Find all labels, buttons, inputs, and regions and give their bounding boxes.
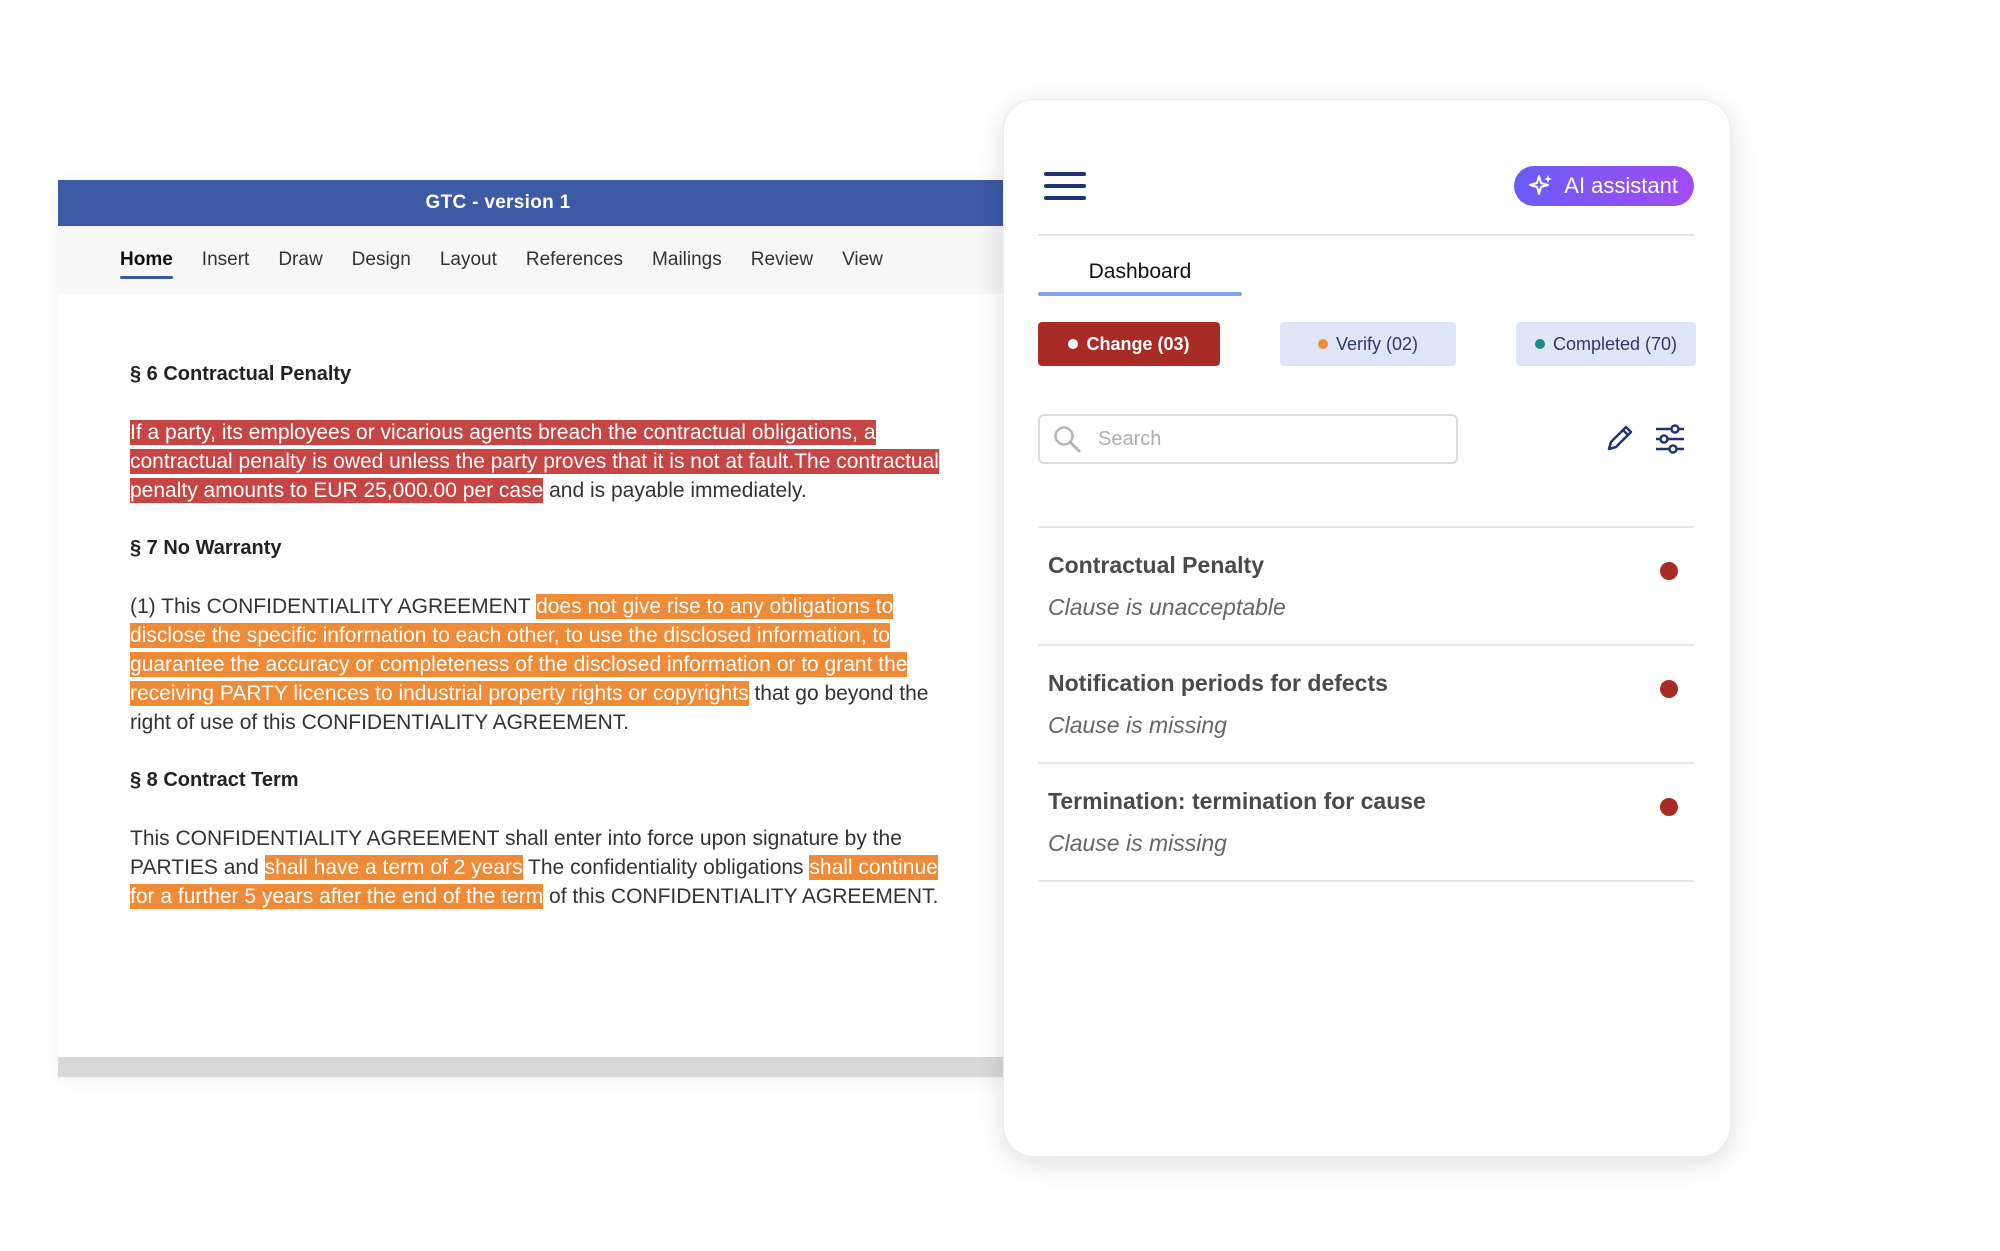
section-paragraph: (1) This CONFIDENTIALITY AGREEMENT does … bbox=[130, 592, 950, 737]
ribbon-tab-insert[interactable]: Insert bbox=[202, 243, 250, 277]
status-dot bbox=[1660, 680, 1678, 698]
status-dot bbox=[1534, 339, 1545, 349]
filter-verify-button[interactable]: Verify (02) bbox=[1280, 322, 1456, 366]
document-window: GTC - version 1 Home Insert Draw Design … bbox=[58, 180, 1058, 1077]
clause-title: Notification periods for defects bbox=[1048, 670, 1388, 696]
ribbon-tab-draw[interactable]: Draw bbox=[278, 243, 322, 277]
section-title: § 6 Contractual Penalty bbox=[130, 363, 352, 385]
ribbon-tab-review[interactable]: Review bbox=[751, 243, 813, 277]
highlight-critical[interactable]: If a party, its employees or vicarious a… bbox=[130, 420, 939, 503]
ribbon-tab-references[interactable]: References bbox=[526, 243, 623, 277]
filter-completed-button[interactable]: Completed (70) bbox=[1516, 322, 1696, 366]
clause-status: Clause is missing bbox=[1048, 712, 1227, 738]
search-input[interactable] bbox=[1096, 426, 1430, 452]
section-paragraph: If a party, its employees or vicarious a… bbox=[130, 418, 950, 505]
clause-status: Clause is unacceptable bbox=[1048, 594, 1286, 620]
ribbon-tabs: Home Insert Draw Design Layout Reference… bbox=[58, 226, 1058, 294]
status-dot bbox=[1660, 798, 1678, 816]
header-divider bbox=[1038, 234, 1694, 236]
filter-completed-label: Completed (70) bbox=[1552, 333, 1678, 354]
ribbon-tab-layout[interactable]: Layout bbox=[440, 243, 497, 277]
search-box bbox=[1038, 414, 1458, 464]
ribbon-tab-design[interactable]: Design bbox=[352, 243, 411, 277]
dashboard-panel: AI assistant Dashboard Change (03) Verif… bbox=[1004, 100, 1730, 1156]
clause-list: Contractual Penalty Clause is unacceptab… bbox=[1038, 526, 1694, 882]
document-body[interactable]: § 6 Contractual Penalty If a party, its … bbox=[58, 294, 950, 911]
ai-assistant-label: AI assistant bbox=[1564, 173, 1678, 198]
paragraph-text: The confidentiality obligations bbox=[522, 856, 810, 879]
status-dot bbox=[1660, 562, 1678, 580]
hamburger-menu-icon[interactable] bbox=[1044, 172, 1086, 200]
section-paragraph: This CONFIDENTIALITY AGREEMENT shall ent… bbox=[130, 824, 950, 911]
sparkle-icon bbox=[1529, 175, 1553, 195]
sliders-icon[interactable] bbox=[1654, 424, 1686, 454]
horizontal-scrollbar[interactable] bbox=[58, 1057, 1058, 1077]
status-filters: Change (03) Verify (02) Completed (70) bbox=[1038, 322, 1696, 366]
highlight-warning[interactable]: shall have a term of 2 years bbox=[264, 855, 523, 880]
status-dot bbox=[1068, 339, 1079, 349]
paragraph-text: (1) This CONFIDENTIALITY AGREEMENT bbox=[130, 595, 537, 618]
paragraph-text: of this CONFIDENTIALITY AGREEMENT. bbox=[543, 885, 939, 908]
clause-status: Clause is missing bbox=[1048, 830, 1227, 856]
ai-assistant-button[interactable]: AI assistant bbox=[1514, 166, 1694, 206]
search-icon bbox=[1054, 426, 1081, 453]
tab-dashboard-label: Dashboard bbox=[1088, 260, 1192, 283]
ribbon-tab-home[interactable]: Home bbox=[120, 243, 173, 279]
list-item[interactable]: Notification periods for defects Clause … bbox=[1038, 646, 1694, 764]
filter-change-button[interactable]: Change (03) bbox=[1038, 322, 1220, 366]
clause-title: Contractual Penalty bbox=[1048, 552, 1264, 578]
pencil-icon[interactable] bbox=[1604, 422, 1636, 454]
section-title: § 7 No Warranty bbox=[130, 537, 282, 559]
clause-title: Termination: termination for cause bbox=[1048, 788, 1426, 814]
document-titlebar: GTC - version 1 bbox=[58, 180, 1058, 226]
section-title: § 8 Contract Term bbox=[130, 769, 299, 791]
status-dot bbox=[1317, 339, 1328, 349]
document-title: GTC - version 1 bbox=[425, 192, 571, 213]
filter-verify-label: Verify (02) bbox=[1335, 333, 1419, 354]
ribbon-tab-view[interactable]: View bbox=[842, 243, 883, 277]
filter-change-label: Change (03) bbox=[1086, 333, 1190, 354]
list-item[interactable]: Contractual Penalty Clause is unacceptab… bbox=[1038, 528, 1694, 646]
paragraph-text: and is payable immediately. bbox=[543, 479, 807, 502]
ribbon-tab-mailings[interactable]: Mailings bbox=[652, 243, 722, 277]
list-item[interactable]: Termination: termination for cause Claus… bbox=[1038, 764, 1694, 882]
tab-dashboard[interactable]: Dashboard bbox=[1038, 250, 1242, 296]
